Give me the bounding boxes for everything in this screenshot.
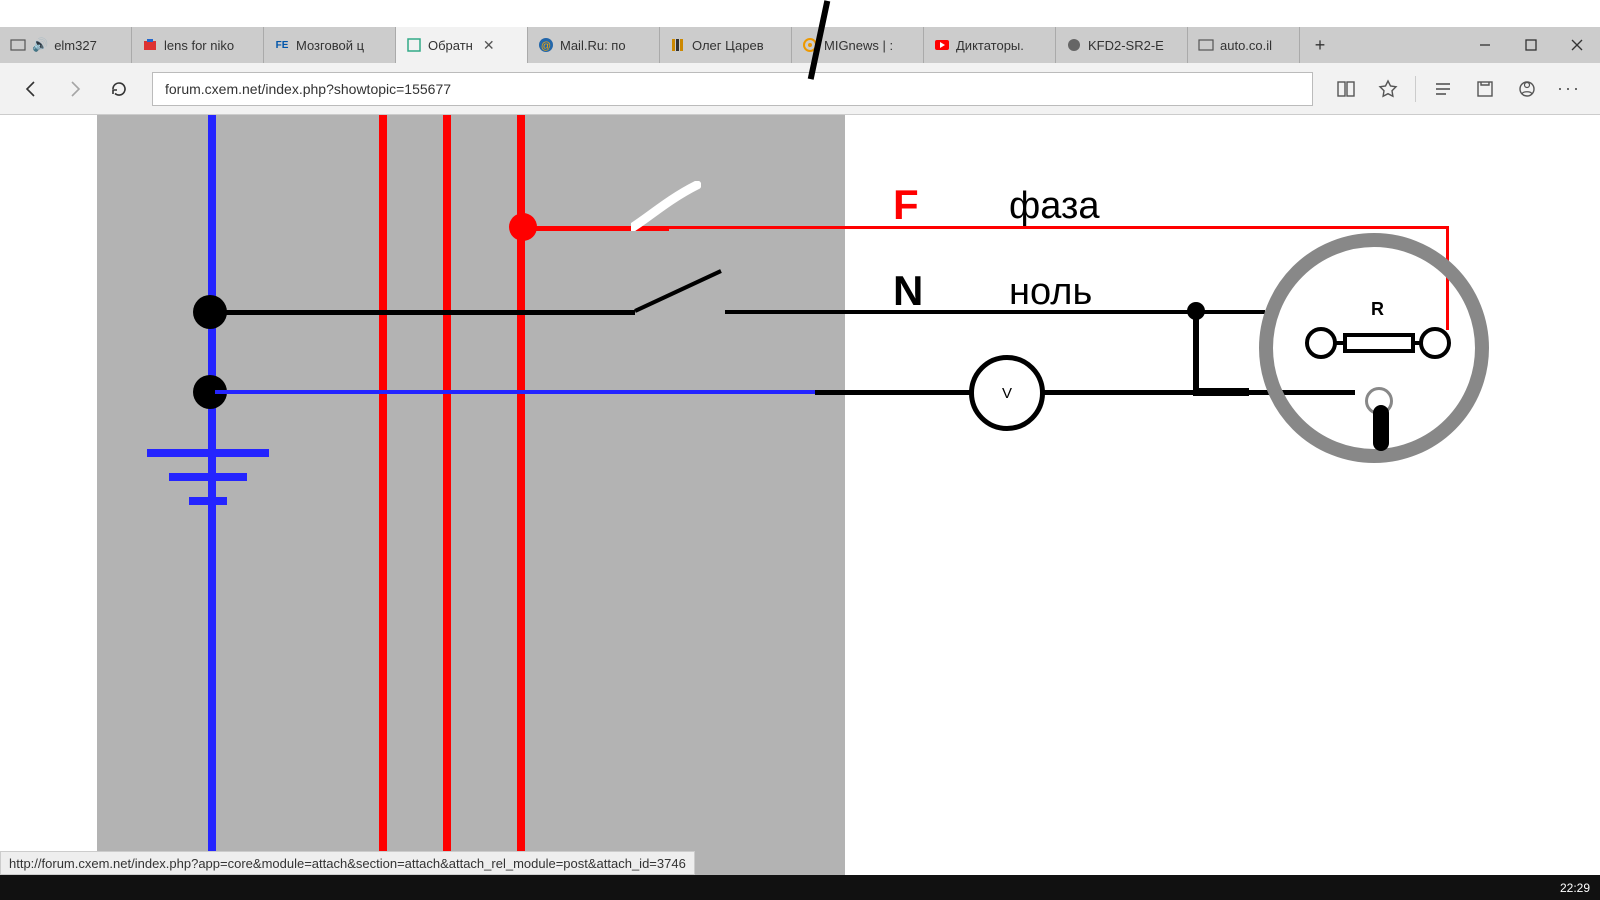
- tab-mailru[interactable]: @ Mail.Ru: по: [528, 27, 660, 63]
- mailru-icon: @: [538, 37, 554, 53]
- blue-bus: [208, 115, 216, 875]
- tab-label: Mail.Ru: по: [560, 38, 626, 53]
- resistor: [1343, 333, 1415, 353]
- page-icon: [10, 37, 26, 53]
- page-icon: [1198, 37, 1214, 53]
- neutral-wire-left: [215, 310, 635, 315]
- tab-kfd2[interactable]: KFD2-SR2-E: [1056, 27, 1188, 63]
- fe-icon: FE: [274, 37, 290, 53]
- branch-vert: [1193, 313, 1199, 393]
- clock: 22:29: [1560, 881, 1590, 895]
- hub-icon[interactable]: [1424, 70, 1462, 108]
- switch-neutral: [631, 265, 725, 315]
- status-bar: http://forum.cxem.net/index.php?app=core…: [0, 851, 695, 875]
- back-button[interactable]: [12, 70, 50, 108]
- plug-mark: [1373, 405, 1389, 451]
- minimize-button[interactable]: [1462, 27, 1508, 63]
- ebay-icon: [142, 37, 158, 53]
- tab-label: lens for niko: [164, 38, 234, 53]
- close-icon[interactable]: ✕: [483, 37, 495, 54]
- f-label: фаза: [1009, 185, 1100, 228]
- window-controls: [1462, 27, 1600, 63]
- r-label: R: [1371, 299, 1384, 320]
- tab-diktatory[interactable]: Диктаторы.: [924, 27, 1056, 63]
- tab-label: elm327: [54, 38, 97, 53]
- f-letter: F: [893, 181, 919, 229]
- tab-label: Обратн: [428, 38, 473, 53]
- red-bus-2: [443, 115, 451, 875]
- tab-lens[interactable]: lens for niko: [132, 27, 264, 63]
- tab-label: MIGnews | :: [824, 38, 893, 53]
- tab-label: Диктаторы.: [956, 38, 1024, 53]
- notes-icon[interactable]: [1466, 70, 1504, 108]
- socket-pin-left: [1305, 327, 1337, 359]
- reading-view-icon[interactable]: [1327, 70, 1365, 108]
- n-label: ноль: [1009, 271, 1092, 314]
- pe-wire-left: [215, 390, 815, 394]
- tab-label: auto.co.il: [1220, 38, 1272, 53]
- stripes-icon: [670, 37, 686, 53]
- youtube-icon: [934, 37, 950, 53]
- separator: [1415, 76, 1416, 102]
- tab-label: KFD2-SR2-E: [1088, 38, 1164, 53]
- tab-elm327[interactable]: 🔊 elm327: [0, 27, 132, 63]
- refresh-button[interactable]: [100, 70, 138, 108]
- switch-open-white: [631, 181, 701, 231]
- pe-to-vmeter: [815, 390, 979, 395]
- red-bus-1: [379, 115, 387, 875]
- nav-bar: forum.cxem.net/index.php?showtopic=15567…: [0, 63, 1600, 115]
- branch-horiz: [1193, 388, 1249, 396]
- new-tab-button[interactable]: +: [1300, 27, 1340, 63]
- socket: R: [1259, 233, 1489, 463]
- taskbar[interactable]: 22:29: [0, 875, 1600, 900]
- speaker-icon: 🔊: [32, 37, 48, 53]
- svg-text:@: @: [541, 41, 551, 52]
- tab-bar: 🔊 elm327 lens for niko FE Мозговой ц Обр…: [0, 27, 1600, 63]
- ground-bar-3: [189, 497, 227, 505]
- resistor-lead-r: [1411, 341, 1423, 345]
- maximize-button[interactable]: [1508, 27, 1554, 63]
- voltmeter: V: [969, 355, 1045, 431]
- tab-mozg[interactable]: FE Мозговой ц: [264, 27, 396, 63]
- socket-pin-right: [1419, 327, 1451, 359]
- tab-label: Олег Царев: [692, 38, 764, 53]
- tab-obratn[interactable]: Обратн ✕: [396, 27, 528, 63]
- tab-oleg[interactable]: Олег Царев: [660, 27, 792, 63]
- ground-bar-2: [169, 473, 247, 481]
- tab-label: Мозговой ц: [296, 38, 364, 53]
- share-icon[interactable]: [1508, 70, 1546, 108]
- diagram-image[interactable]: V R F фаза N ноль: [25, 115, 1530, 875]
- gear-icon: [1066, 37, 1082, 53]
- v-label: V: [1002, 385, 1012, 402]
- forward-button[interactable]: [56, 70, 94, 108]
- n-letter: N: [893, 267, 923, 315]
- status-url: http://forum.cxem.net/index.php?app=core…: [9, 856, 686, 871]
- tab-autocoil[interactable]: auto.co.il: [1188, 27, 1300, 63]
- forum-icon: [406, 37, 422, 53]
- resistor-lead-l: [1335, 341, 1347, 345]
- url-text: forum.cxem.net/index.php?showtopic=15567…: [165, 81, 451, 97]
- address-bar[interactable]: forum.cxem.net/index.php?showtopic=15567…: [152, 72, 1313, 106]
- more-icon[interactable]: ···: [1550, 70, 1588, 108]
- ground-bar-1: [147, 449, 269, 457]
- favorite-icon[interactable]: [1369, 70, 1407, 108]
- close-window-button[interactable]: [1554, 27, 1600, 63]
- neutral-wire-right: [725, 310, 1265, 314]
- page-content: V R F фаза N ноль: [0, 115, 1600, 875]
